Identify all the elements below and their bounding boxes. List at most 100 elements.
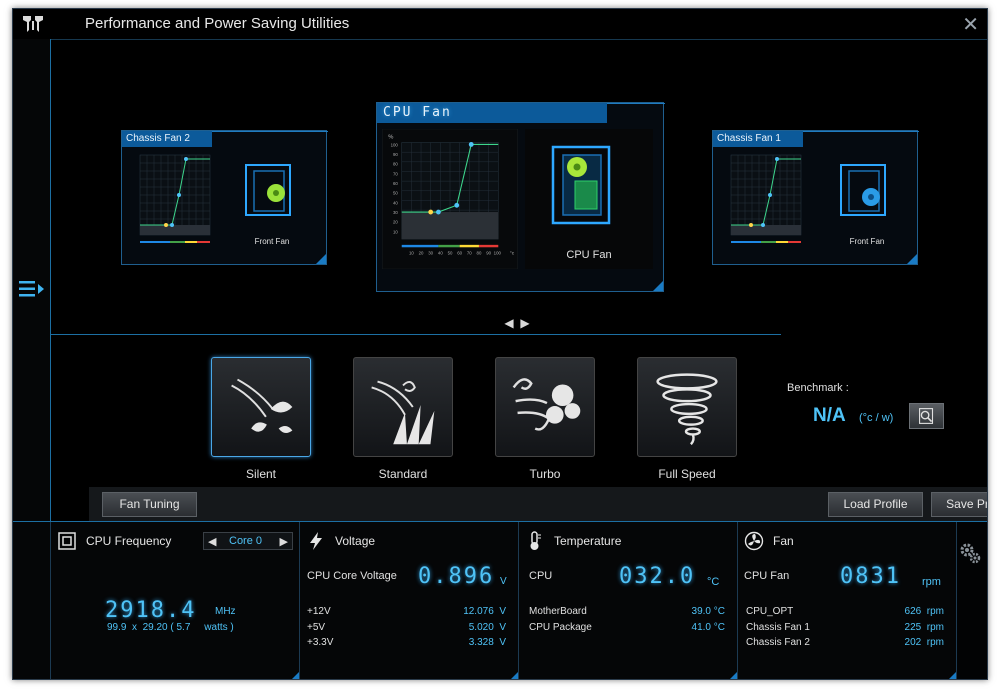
fan-curve-graph	[139, 154, 211, 243]
cpu-chip-icon	[58, 532, 76, 550]
voltage-row-label: +12V	[307, 606, 331, 617]
mode-label-full-speed: Full Speed	[658, 467, 716, 481]
svg-text:100: 100	[494, 251, 502, 256]
temperature-panel[interactable]: Temperature CPU 032.0 °C MotherBoard 39.…	[519, 522, 738, 679]
cpu-fan-curve-graph: % 10090 8070 6050 4030 2010 10 20 30 40 …	[382, 129, 518, 269]
fan-location-label: CPU Fan	[566, 249, 612, 261]
voltage-row-value: 3.328 V	[468, 637, 506, 648]
monitor-bar: CPU Frequency ◀ Core 0 ▶ 2918.4 MHz 99.9…	[13, 521, 987, 679]
fan-card-chassis-fan-1[interactable]: Chassis Fan 1 Front Fan	[712, 130, 919, 265]
fan-curve-graph	[730, 154, 802, 243]
mode-full-speed-button[interactable]	[637, 357, 737, 457]
fan-card-chassis-fan-2[interactable]: Chassis Fan 2 Front Fan	[121, 130, 328, 265]
temperature-row-label: MotherBoard	[529, 606, 587, 617]
load-profile-button[interactable]: Load Profile	[828, 492, 923, 517]
fan-row-label: Chassis Fan 1	[746, 622, 810, 633]
svg-text:80: 80	[477, 251, 482, 256]
cpu-frequency-detail: 99.9 x 29.20 ( 5.7 watts )	[107, 622, 234, 633]
cpu-fan-speed-value: 0831	[840, 564, 901, 589]
svg-text:10: 10	[393, 229, 398, 234]
tuf-logo-icon	[23, 16, 43, 32]
cpu-frequency-unit: MHz	[215, 606, 236, 617]
fan-card-title: Chassis Fan 1	[713, 131, 803, 147]
svg-text:20: 20	[419, 251, 424, 256]
svg-text:90: 90	[486, 251, 491, 256]
window-title: Performance and Power Saving Utilities	[85, 15, 350, 32]
svg-text:30: 30	[393, 210, 398, 215]
fan-card-cpu-fan[interactable]: CPU Fan % 10090 8070 6050 4030 2010	[376, 102, 665, 292]
x-unit: °c	[510, 251, 515, 257]
fan-xpert-area: Chassis Fan 2 Front Fan CPU Fan % 100 90…	[51, 39, 987, 521]
svg-text:20: 20	[393, 220, 398, 225]
case-fan-illustration-icon	[245, 164, 291, 216]
fan-card-title: CPU Fan	[377, 103, 607, 123]
svg-text:10: 10	[409, 251, 414, 256]
benchmark-unit: (°c / w)	[859, 412, 894, 424]
save-profile-button[interactable]: Save Profile	[931, 492, 987, 517]
svg-text:90: 90	[393, 152, 398, 157]
temperature-row-value: 39.0 °C	[691, 606, 725, 617]
fan-card-title: Chassis Fan 2	[122, 131, 212, 147]
case-fan-illustration-icon	[840, 164, 886, 216]
cpu-temperature-value: 032.0	[619, 564, 696, 589]
svg-text:50: 50	[393, 191, 398, 196]
voltage-row-value: 12.076 V	[463, 606, 506, 617]
core-prev-icon[interactable]: ◀	[208, 535, 216, 548]
cpu-fan-speed-unit: rpm	[922, 576, 941, 588]
next-arrow-icon[interactable]: ▶	[517, 316, 533, 330]
benchmark-run-button[interactable]	[909, 403, 944, 429]
previous-arrow-icon[interactable]: ◀	[501, 316, 517, 330]
fan-row-label: Chassis Fan 2	[746, 637, 810, 648]
cpu-core-voltage-unit: V	[500, 576, 507, 587]
action-strip: Fan Tuning Load Profile Save Profile	[89, 487, 987, 521]
benchmark-label: Benchmark :	[787, 382, 849, 394]
svg-text:70: 70	[393, 171, 398, 176]
fan-tuning-button[interactable]: Fan Tuning	[102, 492, 197, 517]
fan-location-label: Front Fan	[254, 237, 290, 246]
thermometer-icon	[530, 531, 541, 550]
core-selector[interactable]: ◀ Core 0 ▶	[203, 532, 293, 550]
svg-text:40: 40	[393, 200, 398, 205]
svg-text:30: 30	[428, 251, 433, 256]
fan-location-label: Front Fan	[849, 237, 885, 246]
cpu-core-voltage-label: CPU Core Voltage	[307, 570, 397, 582]
cpu-frequency-panel[interactable]: CPU Frequency ◀ Core 0 ▶ 2918.4 MHz 99.9…	[51, 522, 300, 679]
voltage-row-label: +3.3V	[307, 637, 334, 648]
core-next-icon[interactable]: ▶	[280, 535, 288, 548]
voltage-panel[interactable]: Voltage CPU Core Voltage 0.896 V +12V 12…	[300, 522, 519, 679]
sidebar	[13, 39, 51, 521]
mode-label-turbo: Turbo	[529, 467, 561, 481]
title-bar: Performance and Power Saving Utilities ✕	[13, 9, 987, 39]
wind-grass-icon	[371, 380, 435, 445]
fan-title: Fan	[773, 534, 794, 548]
close-icon[interactable]: ✕	[962, 12, 979, 37]
svg-text:70: 70	[467, 251, 472, 256]
wind-swirl-icon	[512, 378, 581, 431]
magnifier-icon	[919, 408, 934, 424]
tornado-icon	[656, 373, 718, 446]
temperature-row-value: 41.0 °C	[691, 622, 725, 633]
cpu-temperature-label: CPU	[529, 570, 553, 582]
voltage-title: Voltage	[335, 534, 376, 548]
leaves-wind-icon	[231, 378, 293, 434]
lightning-bolt-icon	[310, 532, 322, 550]
cpu-temperature-unit: °C	[707, 576, 720, 588]
temperature-row-label: CPU Package	[529, 622, 592, 633]
cpu-fan-speed-label: CPU Fan	[744, 570, 790, 582]
svg-text:80: 80	[393, 162, 398, 167]
y-unit: %	[388, 135, 393, 141]
fan-row-value: 626 rpm	[904, 606, 944, 617]
voltage-row-label: +5V	[307, 622, 326, 633]
voltage-row-value: 5.020 V	[468, 622, 506, 633]
menu-expand-icon[interactable]	[18, 277, 46, 301]
fan-row-value: 225 rpm	[904, 622, 944, 633]
gear-icon[interactable]	[958, 541, 982, 565]
app-window: Performance and Power Saving Utilities ✕…	[12, 8, 988, 680]
mode-label-silent: Silent	[245, 467, 277, 481]
mode-standard-button[interactable]	[353, 357, 453, 457]
mode-turbo-button[interactable]	[495, 357, 595, 457]
mode-silent-button[interactable]	[211, 357, 311, 457]
svg-text:50: 50	[448, 251, 453, 256]
cpu-frequency-title: CPU Frequency	[86, 534, 172, 548]
fan-speed-panel[interactable]: Fan CPU Fan 0831 rpm CPU_OPT 626 rpm Cha…	[738, 522, 957, 679]
